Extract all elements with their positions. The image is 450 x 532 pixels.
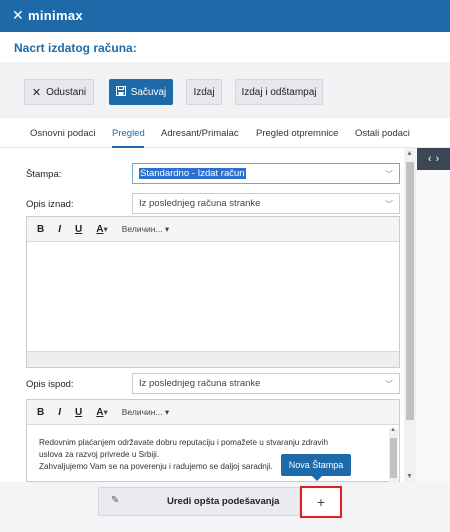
main-scrollbar[interactable]: ▲ ▼ <box>404 148 416 482</box>
bold-button[interactable]: B <box>37 407 44 418</box>
font-size-select[interactable]: Величин... ▾ <box>122 407 169 418</box>
tab-pregled[interactable]: Pregled <box>112 128 145 139</box>
stampa-label: Štampa: <box>26 169 62 180</box>
edit-general-settings-button[interactable]: Uredi opšta podešavanja <box>167 496 279 507</box>
side-panel: ‹ › <box>416 148 450 482</box>
italic-button[interactable]: I <box>58 224 61 235</box>
tab-ostali-podaci[interactable]: Ostali podaci <box>355 128 410 139</box>
opis-ispod-value: Iz poslednjeg računa stranke <box>139 378 261 389</box>
save-icon <box>115 85 126 99</box>
editor-toolbar: B I U A▾ Величин... ▾ <box>27 400 399 425</box>
stampa-select[interactable]: Standardno - Izdat račun ﹀ <box>132 163 400 184</box>
cancel-label: Odustani <box>46 86 87 98</box>
scrollbar-thumb[interactable] <box>390 438 397 478</box>
new-print-button[interactable]: + <box>300 486 342 518</box>
opis-ispod-select[interactable]: Iz poslednjeg računa stranke ﹀ <box>132 373 400 394</box>
save-label: Sačuvaj <box>130 86 167 98</box>
app-logo[interactable]: ✕ minimax <box>12 7 83 24</box>
opis-iznad-select[interactable]: Iz poslednjeg računa stranke ﹀ <box>132 193 400 214</box>
chevron-down-icon: ﹀ <box>385 380 393 389</box>
font-color-button[interactable]: A▾ <box>96 224 108 235</box>
x-logo-icon: ✕ <box>12 7 25 23</box>
bold-button[interactable]: B <box>37 224 44 235</box>
scroll-up-icon[interactable]: ▲ <box>406 150 413 157</box>
save-button[interactable]: Sačuvaj <box>109 79 173 105</box>
font-size-select[interactable]: Величин... ▾ <box>122 224 169 235</box>
editor-toolbar: B I U A▾ Величин... ▾ <box>27 217 399 242</box>
issue-button[interactable]: Izdaj <box>186 79 222 105</box>
tab-osnovni-podaci[interactable]: Osnovni podaci <box>30 128 95 139</box>
action-toolbar: ✕ Odustani Sačuvaj Izdaj Izdaj i odštamp… <box>0 62 450 118</box>
tooltip: Nova Štampa <box>281 454 351 476</box>
cancel-button[interactable]: ✕ Odustani <box>24 79 94 105</box>
tab-adresant-primalac[interactable]: Adresant/Primalac <box>161 128 239 139</box>
editor-text-line: Redovnim plaćanjem održavate dobru reput… <box>39 438 328 447</box>
underline-button[interactable]: U <box>75 224 82 235</box>
pencil-icon: ✎ <box>111 495 120 506</box>
chevron-down-icon: ﹀ <box>385 200 393 209</box>
top-bar: ✕ minimax <box>0 0 450 32</box>
issue-and-print-button[interactable]: Izdaj i odštampaj <box>235 79 323 105</box>
opis-iznad-value: Iz poslednjeg računa stranke <box>139 198 261 209</box>
chevron-right-icon: › <box>435 153 440 165</box>
side-panel-toggle[interactable]: ‹ › <box>417 148 450 170</box>
font-color-button[interactable]: A▾ <box>96 407 108 418</box>
page-title: Nacrt izdatog računa: <box>14 41 137 55</box>
scroll-up-icon[interactable]: ▲ <box>390 427 396 433</box>
chevron-down-icon: ﹀ <box>385 170 393 179</box>
underline-button[interactable]: U <box>75 407 82 418</box>
opis-iznad-label: Opis iznad: <box>26 199 74 210</box>
title-bar: Nacrt izdatog računa: <box>0 32 450 62</box>
active-tab-indicator <box>112 146 144 148</box>
tab-pregled-otpremnice[interactable]: Pregled otpremnice <box>256 128 338 139</box>
opis-iznad-editor[interactable]: B I U A▾ Величин... ▾ <box>26 216 400 368</box>
preview-form: Štampa: Standardno - Izdat račun ﹀ Opis … <box>14 150 404 492</box>
stampa-value: Standardno - Izdat račun <box>139 168 246 179</box>
italic-button[interactable]: I <box>58 407 61 418</box>
tab-bar: Osnovni podaci Pregled Adresant/Primalac… <box>0 118 450 148</box>
scrollbar-thumb[interactable] <box>406 162 414 420</box>
close-icon: ✕ <box>31 86 42 99</box>
brand-name: minimax <box>28 8 83 23</box>
bottom-bar: ✎ Uredi opšta podešavanja + <box>0 482 450 532</box>
scroll-down-icon[interactable]: ▼ <box>406 473 413 480</box>
tooltip-arrow <box>312 476 322 481</box>
editor-status-bar <box>27 351 399 367</box>
chevron-left-icon: ‹ <box>427 153 432 165</box>
opis-ispod-label: Opis ispod: <box>26 379 74 390</box>
